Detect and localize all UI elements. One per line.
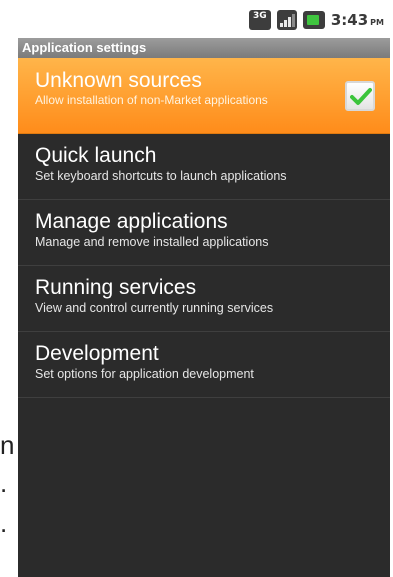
- item-title: Manage applications: [35, 210, 228, 233]
- page-title: Application settings: [18, 38, 390, 58]
- clock-time: 3:43: [330, 11, 369, 29]
- signal-icon: [276, 10, 297, 30]
- 3g-icon: 3G: [248, 10, 271, 30]
- unknown-sources-checkbox[interactable]: [345, 81, 375, 111]
- check-icon: [350, 88, 372, 105]
- edge-text-1: n: [0, 430, 15, 460]
- list-item-development[interactable]: Development Set options for application …: [18, 332, 390, 398]
- network-label: 3G: [253, 11, 267, 21]
- edge-text-3: .: [0, 508, 8, 538]
- item-summary: Set options for application development: [35, 367, 254, 381]
- item-summary: Allow installation of non-Market applica…: [35, 93, 268, 107]
- battery-icon: [302, 11, 325, 29]
- item-title: Quick launch: [35, 144, 157, 167]
- item-summary: Set keyboard shortcuts to launch applica…: [35, 169, 287, 183]
- item-summary: View and control currently running servi…: [35, 301, 274, 315]
- edge-text-2: .: [0, 468, 8, 498]
- item-summary: Manage and remove installed applications: [35, 235, 269, 249]
- list-item-manage-applications[interactable]: Manage applications Manage and remove in…: [18, 200, 390, 266]
- list-item-running-services[interactable]: Running services View and control curren…: [18, 266, 390, 332]
- settings-list: Unknown sources Allow installation of no…: [18, 58, 390, 398]
- list-item-unknown-sources[interactable]: Unknown sources Allow installation of no…: [18, 58, 390, 134]
- phone-screen: 3G 3:43 PM Application settings Unknown …: [18, 0, 390, 577]
- clock: 3:43 PM: [331, 11, 384, 29]
- item-title: Running services: [35, 276, 197, 299]
- clock-ampm: PM: [370, 18, 384, 27]
- item-title: Development: [35, 342, 159, 365]
- status-icons: 3G 3:43 PM: [248, 9, 384, 31]
- status-bar: 3G 3:43 PM: [18, 0, 390, 38]
- item-title: Unknown sources: [35, 69, 202, 92]
- list-item-quick-launch[interactable]: Quick launch Set keyboard shortcuts to l…: [18, 134, 390, 200]
